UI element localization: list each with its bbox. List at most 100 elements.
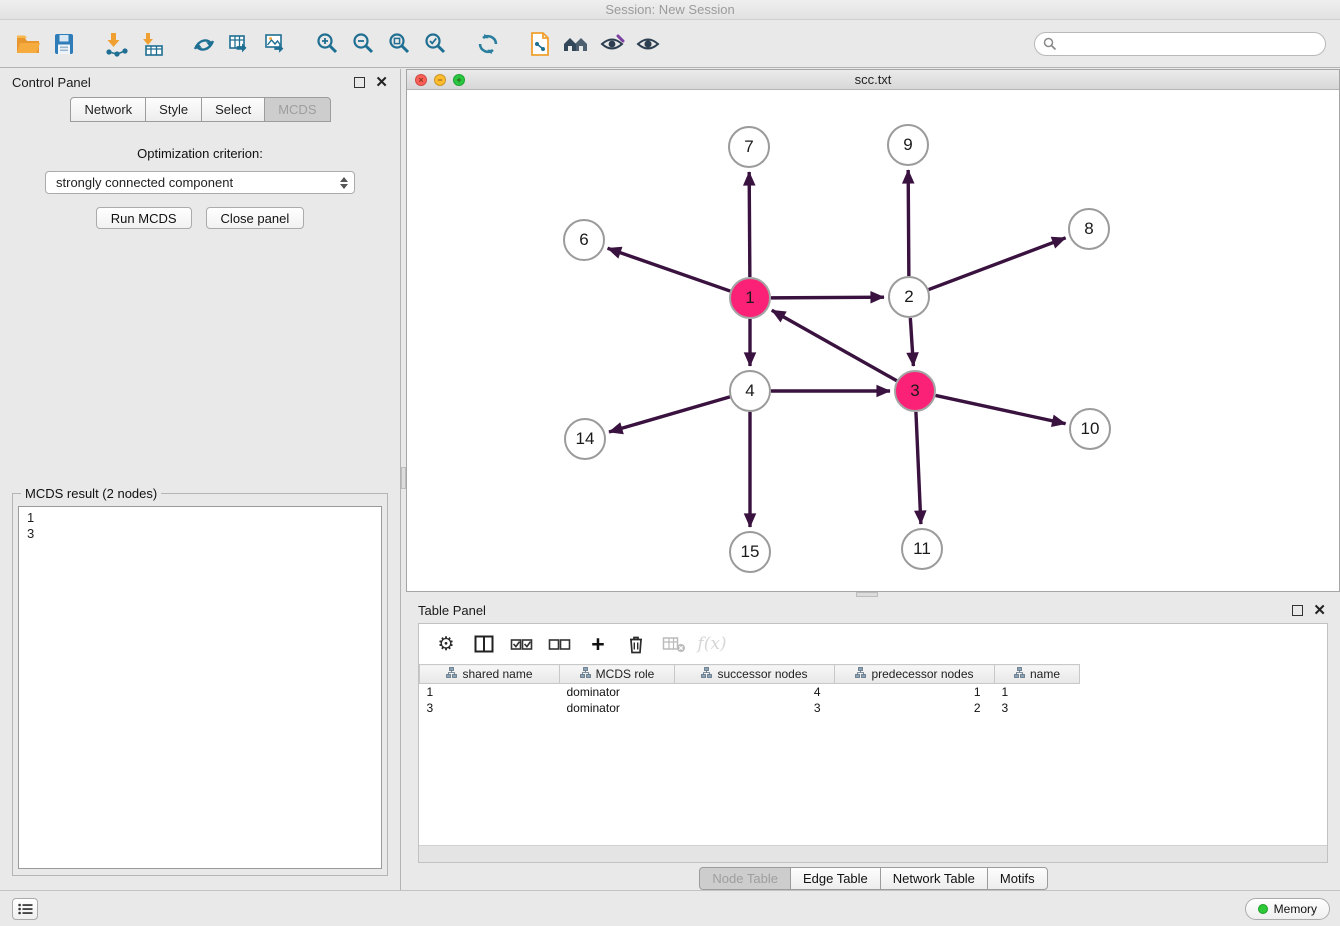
column-header-name[interactable]: name bbox=[995, 665, 1080, 684]
graph-edge-2-8[interactable] bbox=[929, 238, 1066, 290]
show-columns-button[interactable] bbox=[469, 629, 499, 659]
graph-edge-3-1[interactable] bbox=[772, 310, 897, 380]
new-network-from-selection-button[interactable] bbox=[186, 25, 222, 63]
table-type-tabs: Node TableEdge TableNetwork TableMotifs bbox=[406, 867, 1340, 890]
function-builder-button[interactable]: f(x) bbox=[697, 629, 727, 659]
table-cell[interactable]: dominator bbox=[560, 684, 675, 700]
zoom-selected-button[interactable] bbox=[418, 25, 454, 63]
window-minimize-icon[interactable]: − bbox=[434, 74, 446, 86]
graph-node-4[interactable]: 4 bbox=[729, 370, 771, 412]
table-cell[interactable]: 4 bbox=[675, 684, 835, 700]
zoom-fit-button[interactable] bbox=[382, 25, 418, 63]
zoom-out-button[interactable] bbox=[346, 25, 382, 63]
graph-node-15[interactable]: 15 bbox=[729, 531, 771, 573]
table-scrollbar-track[interactable] bbox=[419, 845, 1327, 862]
network-canvas[interactable]: 7 9 6 8 1 2 4 3 14 10 15 11 bbox=[407, 90, 1339, 591]
graph-edge-2-3[interactable] bbox=[910, 318, 913, 366]
graph-node-10[interactable]: 10 bbox=[1069, 408, 1111, 450]
graph-node-9[interactable]: 9 bbox=[887, 124, 929, 166]
table-cell[interactable]: dominator bbox=[560, 700, 675, 716]
search-field[interactable] bbox=[1034, 32, 1326, 56]
network-window-titlebar[interactable]: × − + scc.txt bbox=[407, 70, 1339, 90]
graph-node-8[interactable]: 8 bbox=[1068, 208, 1110, 250]
tab-select[interactable]: Select bbox=[201, 97, 265, 122]
tab-network[interactable]: Network bbox=[70, 97, 146, 122]
table-row[interactable]: 3dominator323 bbox=[420, 700, 1080, 716]
export-image-button[interactable] bbox=[258, 25, 294, 63]
mcds-result-list[interactable]: 13 bbox=[18, 506, 382, 869]
open-file-button[interactable] bbox=[10, 25, 46, 63]
graph-edge-4-14[interactable] bbox=[609, 397, 730, 432]
delete-column-button[interactable] bbox=[621, 629, 651, 659]
column-header-mcds-role[interactable]: MCDS role bbox=[560, 665, 675, 684]
tab-motifs[interactable]: Motifs bbox=[987, 867, 1048, 890]
export-table-button[interactable] bbox=[222, 25, 258, 63]
select-all-button[interactable] bbox=[507, 629, 537, 659]
close-panel-button[interactable]: Close panel bbox=[206, 207, 305, 229]
deselect-all-icon bbox=[548, 634, 572, 654]
network-document-button[interactable] bbox=[522, 25, 558, 63]
run-mcds-button[interactable]: Run MCDS bbox=[96, 207, 192, 229]
graph-edge-1-7[interactable] bbox=[749, 172, 750, 277]
window-title: Session: New Session bbox=[605, 2, 734, 17]
table-cell[interactable]: 1 bbox=[420, 684, 560, 700]
refresh-view-button[interactable] bbox=[470, 25, 506, 63]
window-close-icon[interactable]: × bbox=[415, 74, 427, 86]
table-cell[interactable]: 1 bbox=[835, 684, 995, 700]
tab-edge-table[interactable]: Edge Table bbox=[790, 867, 881, 890]
status-bar: Memory bbox=[0, 890, 1340, 926]
table-panel-close-icon[interactable]: ✕ bbox=[1313, 605, 1326, 616]
delete-table-button[interactable] bbox=[659, 629, 689, 659]
graph-edge-3-11[interactable] bbox=[916, 412, 921, 524]
table-panel-float-icon[interactable] bbox=[1292, 605, 1303, 616]
optimization-criterion-label: Optimization criterion: bbox=[0, 146, 400, 161]
table-cell[interactable]: 3 bbox=[995, 700, 1080, 716]
graph-node-2[interactable]: 2 bbox=[888, 276, 930, 318]
column-header-shared-name[interactable]: shared name bbox=[420, 665, 560, 684]
tab-network-table[interactable]: Network Table bbox=[880, 867, 988, 890]
save-session-button[interactable] bbox=[46, 25, 82, 63]
table-cell[interactable]: 1 bbox=[995, 684, 1080, 700]
column-header-successor-nodes[interactable]: successor nodes bbox=[675, 665, 835, 684]
tab-node-table[interactable]: Node Table bbox=[699, 867, 791, 890]
delete-table-icon bbox=[662, 634, 686, 654]
graph-edge-1-2[interactable] bbox=[771, 297, 884, 298]
style-preview-button[interactable] bbox=[594, 25, 630, 63]
node-table-header-row: shared name MCDS rolesuccessor nodesprede… bbox=[420, 665, 1080, 684]
memory-button[interactable]: Memory bbox=[1245, 898, 1330, 920]
home-icon bbox=[562, 31, 590, 57]
table-settings-button[interactable]: ⚙ bbox=[431, 629, 461, 659]
search-input[interactable] bbox=[1057, 37, 1317, 51]
tab-style[interactable]: Style bbox=[145, 97, 202, 122]
task-history-button[interactable] bbox=[12, 898, 38, 920]
graph-edge-1-6[interactable] bbox=[608, 248, 731, 291]
column-label: shared name bbox=[462, 667, 532, 681]
column-header-predecessor-nodes[interactable]: predecessor nodes bbox=[835, 665, 995, 684]
home-layout-button[interactable] bbox=[558, 25, 594, 63]
graph-node-3[interactable]: 3 bbox=[894, 370, 936, 412]
graph-node-6[interactable]: 6 bbox=[563, 219, 605, 261]
import-network-file-button[interactable] bbox=[98, 25, 134, 63]
deselect-all-button[interactable] bbox=[545, 629, 575, 659]
table-row[interactable]: 1dominator411 bbox=[420, 684, 1080, 700]
import-table-file-button[interactable] bbox=[134, 25, 170, 63]
tab-mcds[interactable]: MCDS bbox=[264, 97, 330, 122]
control-panel-close-icon[interactable]: ✕ bbox=[375, 77, 388, 88]
graph-node-14[interactable]: 14 bbox=[564, 418, 606, 460]
table-cell[interactable]: 3 bbox=[675, 700, 835, 716]
zoom-in-button[interactable] bbox=[310, 25, 346, 63]
table-cell[interactable]: 3 bbox=[420, 700, 560, 716]
show-graphics-details-button[interactable] bbox=[630, 25, 666, 63]
control-panel-float-icon[interactable] bbox=[354, 77, 365, 88]
table-cell[interactable]: 2 bbox=[835, 700, 995, 716]
graph-node-1[interactable]: 1 bbox=[729, 277, 771, 319]
window-maximize-icon[interactable]: + bbox=[453, 74, 465, 86]
add-column-button[interactable]: + bbox=[583, 629, 613, 659]
graph-edge-2-9[interactable] bbox=[908, 170, 909, 276]
graph-node-11[interactable]: 11 bbox=[901, 528, 943, 570]
plus-icon: + bbox=[591, 634, 604, 654]
traffic-lights: × − + bbox=[415, 74, 465, 86]
criterion-select[interactable]: strongly connected component bbox=[45, 171, 355, 194]
graph-node-7[interactable]: 7 bbox=[728, 126, 770, 168]
graph-edge-3-10[interactable] bbox=[936, 395, 1066, 423]
